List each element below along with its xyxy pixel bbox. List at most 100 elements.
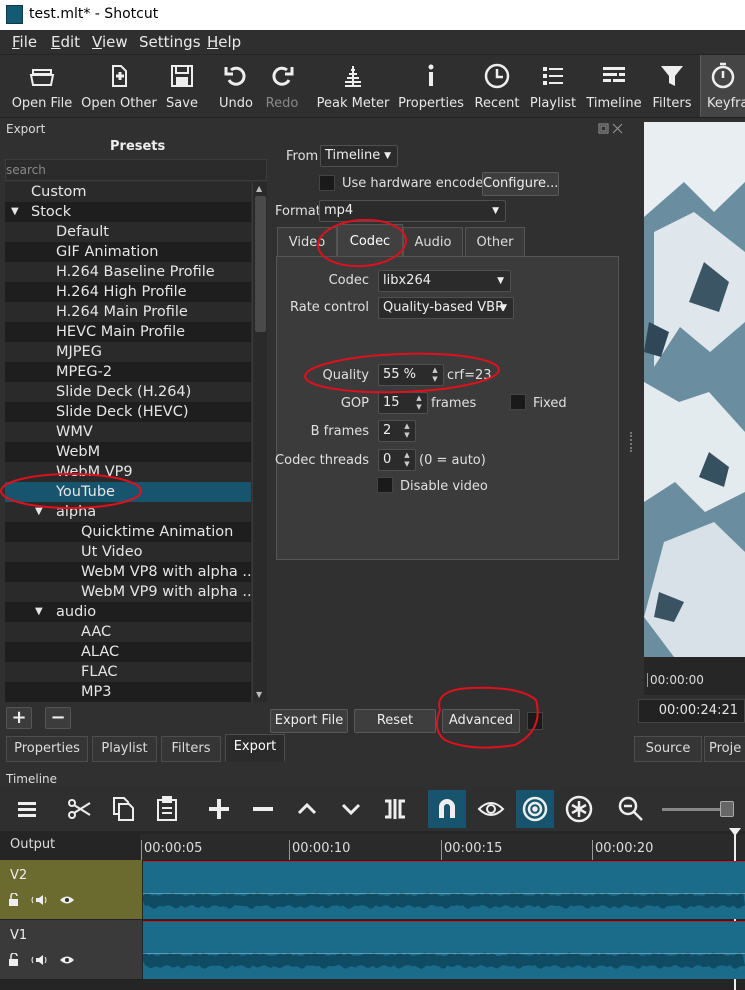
advanced-button[interactable]: Advanced [442, 709, 520, 733]
preset-item[interactable]: ALAC [5, 642, 251, 662]
scroll-down-icon[interactable]: ▼ [256, 690, 262, 699]
export-file-button[interactable]: Export File [270, 709, 348, 733]
preset-tree[interactable]: Custom ▼ Stock Default GIF Animation H.264 Ba… [5, 182, 251, 702]
preset-item[interactable]: GIF Animation [5, 242, 251, 262]
redo-button[interactable]: Redo [260, 55, 304, 117]
tab-export[interactable]: Export [225, 734, 285, 762]
scroll-up-icon[interactable]: ▲ [256, 184, 262, 193]
preset-item[interactable]: WebM VP9 [5, 462, 251, 482]
cut-icon[interactable] [64, 794, 94, 824]
remove-icon[interactable] [248, 794, 278, 824]
preset-item[interactable]: ▼ audio [5, 602, 251, 622]
video-preview[interactable] [644, 122, 745, 657]
rate-control-select[interactable]: Quality-based VBR ▼ [378, 297, 514, 319]
preset-search-input[interactable] [6, 160, 266, 180]
disable-video-checkbox[interactable] [377, 477, 393, 493]
preset-item[interactable]: ▼ alpha [5, 502, 251, 522]
preset-item[interactable]: H.264 Main Profile [5, 302, 251, 322]
overwrite-icon[interactable] [336, 794, 366, 824]
tab-codec[interactable]: Codec [337, 224, 403, 257]
tab-filters[interactable]: Filters [161, 736, 221, 762]
preset-item[interactable]: WMV [5, 422, 251, 442]
preset-item[interactable]: ▼ Stock [5, 202, 251, 222]
track-header[interactable]: V2 [0, 860, 142, 920]
reset-button[interactable]: Reset [354, 709, 436, 733]
snap-toggle[interactable] [428, 790, 466, 828]
preset-item[interactable]: WebM [5, 442, 251, 462]
tab-video[interactable]: Video [277, 227, 337, 257]
track-clip[interactable] [143, 861, 745, 919]
menu-settings[interactable]: Settings [139, 33, 201, 51]
tab-source[interactable]: Source [634, 736, 702, 762]
menu-edit[interactable]: Edit [51, 33, 80, 51]
properties-button[interactable]: Properties [398, 55, 464, 117]
preset-item[interactable]: YouTube [5, 482, 251, 502]
spin-arrows-icon[interactable]: ▲ ▼ [429, 366, 441, 384]
keyframes-button[interactable]: Keyfran [700, 55, 745, 117]
advanced-toggle-indicator[interactable] [527, 712, 543, 730]
timeline-ruler[interactable]: 00:00:05 00:00:10 00:00:15 00:00:20 [140, 834, 745, 860]
dock-float-close-icon[interactable] [598, 123, 624, 134]
track-controls-icons[interactable] [8, 893, 78, 907]
preset-item[interactable]: Quicktime Animation [5, 522, 251, 542]
format-select[interactable]: mp4 ▼ [319, 200, 506, 222]
preset-item[interactable]: Slide Deck (H.264) [5, 382, 251, 402]
zoom-slider-handle[interactable] [720, 801, 734, 817]
from-select[interactable]: Timeline ▼ [320, 145, 398, 167]
track-controls-icons[interactable] [8, 953, 78, 967]
append-icon[interactable] [204, 794, 234, 824]
preset-tree-scrollbar[interactable]: ▲ ▼ [252, 182, 267, 702]
menu-help[interactable]: Help [207, 33, 241, 51]
preset-item[interactable]: H.264 High Profile [5, 282, 251, 302]
codec-threads-spinbox[interactable]: 0 ▲ ▼ [378, 449, 416, 471]
spin-arrows-icon[interactable]: ▲ ▼ [401, 451, 413, 469]
preset-item[interactable]: AAC [5, 622, 251, 642]
menu-view[interactable]: View [92, 33, 128, 51]
lift-icon[interactable] [292, 794, 322, 824]
fixed-gop-checkbox[interactable] [510, 394, 526, 410]
preset-item[interactable]: Custom [5, 182, 251, 202]
gop-spinbox[interactable]: 15 ▲ ▼ [378, 392, 428, 414]
expand-arrow-icon[interactable]: ▼ [35, 502, 43, 522]
ripple-all-icon[interactable] [564, 794, 594, 824]
track-header[interactable]: V1 [0, 920, 142, 980]
codec-select[interactable]: libx264 ▼ [378, 270, 511, 292]
player-scrubber[interactable]: 00:00:00 [644, 657, 745, 695]
expand-arrow-icon[interactable]: ▼ [11, 202, 19, 222]
peak-meter-button[interactable]: Peak Meter [316, 55, 390, 117]
preset-item[interactable]: WebM VP8 with alpha ... [5, 562, 251, 582]
preset-item[interactable]: FLAC [5, 662, 251, 682]
open-file-button[interactable]: Open File [6, 55, 78, 117]
preset-item[interactable]: WebM VP9 with alpha ... [5, 582, 251, 602]
spin-arrows-icon[interactable]: ▲ ▼ [401, 422, 413, 440]
zoom-out-icon[interactable] [616, 794, 646, 824]
remove-preset-button[interactable]: − [45, 707, 71, 729]
configure-button[interactable]: Configure... [482, 172, 559, 196]
quality-spinbox[interactable]: 55 % ▲ ▼ [378, 364, 444, 386]
preset-item[interactable]: Slide Deck (HEVC) [5, 402, 251, 422]
splitter-handle[interactable] [630, 432, 632, 452]
tab-properties[interactable]: Properties [6, 736, 88, 762]
split-icon[interactable] [380, 794, 410, 824]
preset-item[interactable]: MJPEG [5, 342, 251, 362]
open-other-button[interactable]: Open Other [80, 55, 158, 117]
playlist-button[interactable]: Playlist [528, 55, 578, 117]
expand-arrow-icon[interactable]: ▼ [35, 602, 43, 622]
tab-project[interactable]: Proje [704, 736, 745, 762]
paste-icon[interactable] [152, 794, 182, 824]
timeline-button[interactable]: Timeline [586, 55, 642, 117]
preset-item[interactable]: Default [5, 222, 251, 242]
track-clip[interactable] [143, 921, 745, 979]
preset-item[interactable]: MPEG-2 [5, 362, 251, 382]
preset-item[interactable]: HEVC Main Profile [5, 322, 251, 342]
ripple-toggle[interactable] [516, 790, 554, 828]
copy-icon[interactable] [108, 794, 138, 824]
preset-item[interactable]: Ut Video [5, 542, 251, 562]
add-preset-button[interactable]: + [6, 707, 32, 729]
undo-button[interactable]: Undo [214, 55, 258, 117]
preset-search-box[interactable] [5, 159, 267, 181]
preset-item[interactable]: H.264 Baseline Profile [5, 262, 251, 282]
filters-button[interactable]: Filters [650, 55, 694, 117]
preset-item[interactable]: MP3 [5, 682, 251, 702]
menu-icon[interactable] [12, 794, 42, 824]
